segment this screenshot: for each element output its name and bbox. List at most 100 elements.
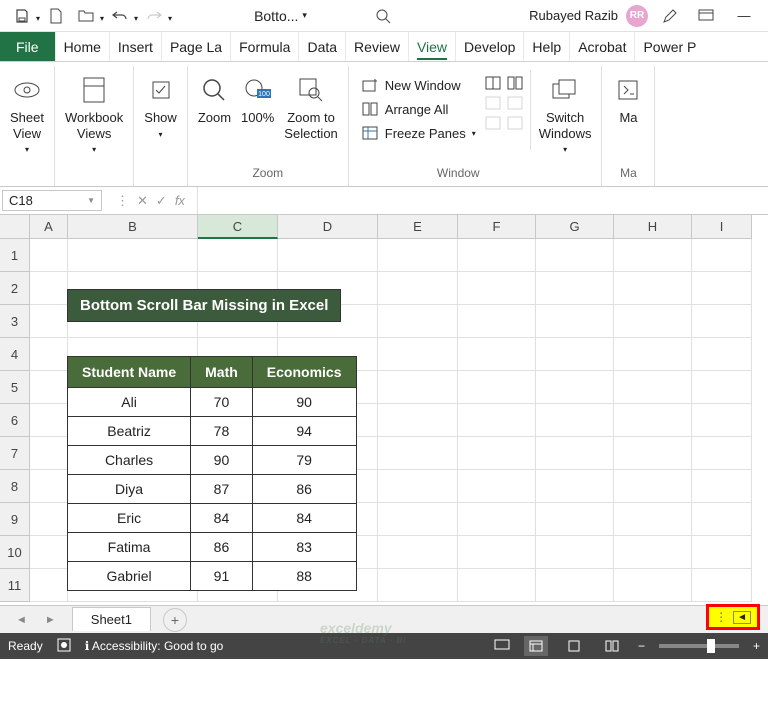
accessibility-status[interactable]: ℹ Accessibility: Good to go [85, 639, 224, 653]
column-header[interactable]: D [278, 215, 378, 239]
file-tab[interactable]: File [0, 32, 55, 61]
table-cell[interactable]: 87 [191, 475, 253, 504]
avatar[interactable]: RR [626, 5, 648, 27]
reset-window-icon[interactable] [506, 114, 524, 132]
column-header[interactable]: C [198, 215, 278, 239]
resize-handle-icon[interactable]: ⋮ [715, 610, 727, 624]
tab-view[interactable]: View [408, 32, 455, 61]
row-header[interactable]: 3 [0, 305, 30, 338]
row-header[interactable]: 8 [0, 470, 30, 503]
column-header[interactable]: F [458, 215, 536, 239]
freeze-panes-button[interactable]: Freeze Panes ▾ [357, 122, 480, 144]
row-header[interactable]: 4 [0, 338, 30, 371]
chevron-down-icon[interactable]: ▾ [168, 14, 172, 23]
table-cell[interactable]: 70 [191, 388, 253, 417]
table-cell[interactable]: Charles [68, 446, 191, 475]
macros-button[interactable]: Ma [608, 70, 648, 130]
workbook-views-button[interactable]: Workbook Views▾ [61, 70, 127, 159]
row-header[interactable]: 2 [0, 272, 30, 305]
new-window-button[interactable]: New Window [357, 74, 480, 96]
zoom-100-button[interactable]: 100 100% [237, 70, 278, 145]
display-settings-icon[interactable] [494, 639, 510, 654]
sheet-nav-prev[interactable]: ◄ [16, 614, 27, 626]
table-cell[interactable]: 90 [191, 446, 253, 475]
normal-view-button[interactable] [524, 636, 548, 656]
column-header[interactable]: E [378, 215, 458, 239]
tab-acrobat[interactable]: Acrobat [569, 32, 634, 61]
zoom-in-button[interactable]: + [753, 639, 760, 653]
column-header[interactable]: B [68, 215, 198, 239]
zoom-slider[interactable] [659, 644, 739, 648]
page-break-view-button[interactable] [600, 636, 624, 656]
arrange-all-button[interactable]: Arrange All [357, 98, 480, 120]
zoom-to-selection-button[interactable]: Zoom to Selection [280, 70, 341, 145]
column-header[interactable]: A [30, 215, 68, 239]
table-cell[interactable]: Gabriel [68, 562, 191, 591]
table-cell[interactable]: Diya [68, 475, 191, 504]
row-header[interactable]: 11 [0, 569, 30, 602]
fx-icon[interactable]: fx [175, 193, 185, 209]
pen-icon[interactable] [656, 2, 684, 30]
table-cell[interactable]: Fatima [68, 533, 191, 562]
column-header[interactable]: H [614, 215, 692, 239]
view-side-icon[interactable] [506, 74, 524, 92]
undo-icon[interactable] [106, 2, 134, 30]
row-header[interactable]: 5 [0, 371, 30, 404]
row-header[interactable]: 10 [0, 536, 30, 569]
column-header[interactable]: G [536, 215, 614, 239]
sync-scroll-icon[interactable] [506, 94, 524, 112]
tab-developer[interactable]: Develop [455, 32, 523, 61]
tab-review[interactable]: Review [345, 32, 408, 61]
open-folder-icon[interactable] [72, 2, 100, 30]
row-header[interactable]: 1 [0, 239, 30, 272]
chevron-down-icon[interactable]: ▼ [87, 196, 95, 205]
chevron-down-icon[interactable]: ▾ [100, 14, 104, 23]
cells-area[interactable]: Bottom Scroll Bar Missing in Excel Stude… [30, 239, 768, 605]
hide-window-icon[interactable] [484, 94, 502, 112]
ribbon-display-icon[interactable] [692, 2, 720, 30]
select-all-cell[interactable] [0, 215, 30, 239]
tab-help[interactable]: Help [523, 32, 569, 61]
tab-data[interactable]: Data [298, 32, 345, 61]
table-cell[interactable]: 86 [252, 475, 356, 504]
column-header[interactable]: I [692, 215, 752, 239]
sheet-nav-next[interactable]: ► [45, 614, 56, 626]
table-cell[interactable]: Beatriz [68, 417, 191, 446]
table-cell[interactable]: 88 [252, 562, 356, 591]
tab-formulas[interactable]: Formula [230, 32, 298, 61]
row-header[interactable]: 6 [0, 404, 30, 437]
row-header[interactable]: 7 [0, 437, 30, 470]
unhide-window-icon[interactable] [484, 114, 502, 132]
table-cell[interactable]: 83 [252, 533, 356, 562]
macro-record-icon[interactable] [57, 638, 71, 655]
table-cell[interactable]: 79 [252, 446, 356, 475]
cancel-icon[interactable]: ✕ [137, 193, 148, 209]
page-layout-view-button[interactable] [562, 636, 586, 656]
scroll-left-icon[interactable]: ◄ [733, 611, 751, 624]
table-cell[interactable]: 86 [191, 533, 253, 562]
switch-windows-button[interactable]: Switch Windows▾ [535, 70, 596, 159]
table-cell[interactable]: Eric [68, 504, 191, 533]
new-file-icon[interactable] [42, 2, 70, 30]
table-cell[interactable]: 94 [252, 417, 356, 446]
redo-icon[interactable] [140, 2, 168, 30]
tab-powerpivot[interactable]: Power P [634, 32, 704, 61]
autosave-icon[interactable] [8, 2, 36, 30]
chevron-down-icon[interactable]: ▾ [36, 14, 40, 23]
scroll-arrow-highlight[interactable]: ⋮ ◄ [706, 604, 760, 630]
table-cell[interactable]: 84 [252, 504, 356, 533]
enter-icon[interactable]: ✓ [156, 193, 167, 209]
add-sheet-button[interactable]: + [163, 608, 187, 632]
minimize-button[interactable]: — [728, 2, 760, 30]
sheet-view-button[interactable]: Sheet View▾ [6, 70, 48, 159]
table-cell[interactable]: Ali [68, 388, 191, 417]
table-cell[interactable]: 84 [191, 504, 253, 533]
table-cell[interactable]: 78 [191, 417, 253, 446]
sheet-tab-active[interactable]: Sheet1 [72, 607, 151, 631]
split-icon[interactable] [484, 74, 502, 92]
search-icon[interactable] [369, 2, 397, 30]
name-box[interactable]: C18▼ [2, 190, 102, 211]
tab-home[interactable]: Home [55, 32, 109, 61]
tab-insert[interactable]: Insert [109, 32, 161, 61]
table-cell[interactable]: 91 [191, 562, 253, 591]
